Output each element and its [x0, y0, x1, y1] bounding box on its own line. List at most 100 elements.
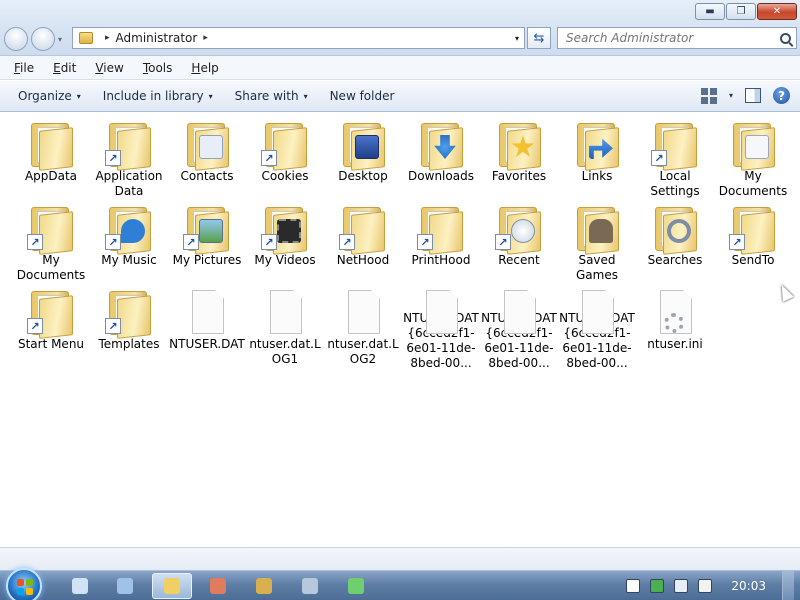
- folder-item-cookies[interactable]: ↗ Cookies: [246, 119, 324, 203]
- contact-card-icon: [199, 135, 223, 159]
- view-controls: ▾ ?: [700, 87, 790, 104]
- folder-item-templates[interactable]: ↗ Templates: [90, 287, 168, 371]
- calculator-taskbar-button[interactable]: [290, 573, 330, 599]
- search-box[interactable]: [557, 27, 797, 49]
- shortcut-arrow-icon: ↗: [729, 234, 745, 250]
- music-note-icon: [121, 219, 145, 243]
- file-item-ntuser-dat-6cced2f1-6e01-11de-8bed-00[interactable]: NTUSER.DAT{6cced2f1-6e01-11de-8bed-00...: [402, 287, 480, 371]
- command-bar: Organize ▾ Include in library ▾ Share wi…: [0, 81, 800, 112]
- network-icon: [348, 578, 364, 594]
- breadcrumb-administrator[interactable]: Administrator: [116, 31, 198, 45]
- include-in-library-button[interactable]: Include in library ▾: [95, 89, 221, 103]
- folder-icon: [339, 119, 387, 171]
- menu-edit[interactable]: Edit: [49, 61, 80, 75]
- folder-item-contacts[interactable]: Contacts: [168, 119, 246, 203]
- recent-pages-dropdown[interactable]: ▾: [58, 35, 62, 44]
- network-taskbar-button[interactable]: [336, 573, 376, 599]
- film-icon: [277, 219, 301, 243]
- chevron-down-icon: ▾: [208, 91, 213, 101]
- start-button[interactable]: [6, 568, 42, 600]
- menu-view[interactable]: View: [91, 61, 127, 75]
- folder-icon: ↗: [729, 203, 777, 255]
- folder-item-my-documents[interactable]: ↗ My Documents: [12, 203, 90, 287]
- paint-taskbar-button[interactable]: [198, 573, 238, 599]
- network-tray-icon[interactable]: [674, 579, 689, 593]
- folder-item-start-menu[interactable]: ↗ Start Menu: [12, 287, 90, 371]
- close-button[interactable]: ✕: [757, 3, 797, 20]
- folder-item-recent[interactable]: ↗ Recent: [480, 203, 558, 287]
- taskbar: 20:03: [0, 568, 800, 600]
- ie-taskbar-button[interactable]: [60, 573, 100, 599]
- search-icon[interactable]: [780, 32, 791, 44]
- folder-item-searches[interactable]: Searches: [636, 203, 714, 287]
- breadcrumb-separator[interactable]: ▸: [203, 33, 208, 43]
- file-item-ntuser-dat-6cced2f1-6e01-11de-8bed-00[interactable]: NTUSER.DAT{6cced2f1-6e01-11de-8bed-00...: [480, 287, 558, 371]
- address-dropdown-icon[interactable]: ▾: [515, 34, 519, 43]
- folder-item-favorites[interactable]: Favorites: [480, 119, 558, 203]
- item-label: Downloads: [408, 169, 474, 183]
- file-item-ntuser-dat[interactable]: NTUSER.DAT: [168, 287, 246, 371]
- back-button[interactable]: [4, 27, 28, 51]
- breadcrumb-separator[interactable]: ▸: [105, 33, 110, 43]
- folder-item-local-settings[interactable]: ↗ Local Settings: [636, 119, 714, 203]
- window-titlebar: ▬ ❐ ✕ ▾ ▸ Administrator ▸ ▾ ⇆: [0, 0, 800, 56]
- file-icon: [183, 287, 231, 337]
- view-options-dropdown-icon[interactable]: ▾: [729, 91, 733, 100]
- file-icon: [261, 287, 309, 337]
- item-label: NetHood: [336, 253, 390, 267]
- shortcut-arrow-icon: ↗: [183, 234, 199, 250]
- folder-item-my-videos[interactable]: ↗ My Videos: [246, 203, 324, 287]
- refresh-button[interactable]: ⇆: [527, 27, 551, 49]
- change-view-icon[interactable]: [700, 87, 717, 104]
- share-with-label: Share with: [234, 89, 299, 103]
- menu-file[interactable]: File: [10, 61, 38, 75]
- forward-button[interactable]: [31, 27, 55, 51]
- file-grid: AppData ↗ Application Data Contacts ↗ Cookies…: [12, 119, 792, 371]
- file-item-ntuser-dat-log2[interactable]: ntuser.dat.LOG2: [324, 287, 402, 371]
- folder-item-downloads[interactable]: Downloads: [402, 119, 480, 203]
- file-item-ntuser-ini[interactable]: ntuser.ini: [636, 287, 714, 371]
- folder-item-desktop[interactable]: Desktop: [324, 119, 402, 203]
- document-tray-icon[interactable]: [626, 579, 641, 593]
- folder-item-appdata[interactable]: AppData: [12, 119, 90, 203]
- chevron-down-icon: ▾: [76, 91, 81, 101]
- folder-icon: ↗: [183, 203, 231, 255]
- folder-item-my-music[interactable]: ↗ My Music: [90, 203, 168, 287]
- menu-help[interactable]: Help: [187, 61, 222, 75]
- folder-item-links[interactable]: Links: [558, 119, 636, 203]
- menu-tools[interactable]: Tools: [139, 61, 177, 75]
- folder-icon: ↗: [27, 287, 75, 339]
- share-with-button[interactable]: Share with ▾: [227, 89, 316, 103]
- folder-item-saved-games[interactable]: Saved Games: [558, 203, 636, 287]
- shield-tray-icon[interactable]: [650, 579, 665, 593]
- palette-taskbar-button[interactable]: [244, 573, 284, 599]
- address-bar[interactable]: ▸ Administrator ▸ ▾: [72, 27, 525, 49]
- item-label: ntuser.dat.LOG1: [249, 337, 321, 366]
- preview-pane-icon[interactable]: [745, 88, 761, 103]
- search-input[interactable]: [566, 31, 771, 45]
- maximize-button[interactable]: ❐: [726, 3, 756, 20]
- folder-item-my-documents[interactable]: My Documents: [714, 119, 792, 203]
- folder-item-application-data[interactable]: ↗ Application Data: [90, 119, 168, 203]
- item-label: My Music: [101, 253, 157, 267]
- media-taskbar-button[interactable]: [105, 573, 145, 599]
- organize-label: Organize: [18, 89, 72, 103]
- folder-icon: [27, 119, 75, 171]
- folder-item-printhood[interactable]: ↗ PrintHood: [402, 203, 480, 287]
- file-item-ntuser-dat-log1[interactable]: ntuser.dat.LOG1: [246, 287, 324, 371]
- folder-item-my-pictures[interactable]: ↗ My Pictures: [168, 203, 246, 287]
- file-list-pane[interactable]: AppData ↗ Application Data Contacts ↗ Cookies…: [0, 113, 800, 547]
- help-icon[interactable]: ?: [773, 87, 790, 104]
- explorer-taskbar-button[interactable]: [152, 573, 192, 599]
- new-folder-button[interactable]: New folder: [322, 89, 403, 103]
- folder-item-sendto[interactable]: ↗ SendTo: [714, 203, 792, 287]
- item-label: PrintHood: [411, 253, 471, 267]
- show-desktop-button[interactable]: [782, 571, 794, 600]
- minimize-button[interactable]: ▬: [695, 3, 725, 20]
- file-item-ntuser-dat-6cced2f1-6e01-11de-8bed-00[interactable]: NTUSER.DAT{6cced2f1-6e01-11de-8bed-00...: [558, 287, 636, 371]
- organize-button[interactable]: Organize ▾: [10, 89, 89, 103]
- folder-item-nethood[interactable]: ↗ NetHood: [324, 203, 402, 287]
- volume-muted-tray-icon[interactable]: [698, 579, 713, 593]
- clock[interactable]: 20:03: [731, 579, 766, 593]
- shortcut-arrow-icon: ↗: [105, 150, 121, 166]
